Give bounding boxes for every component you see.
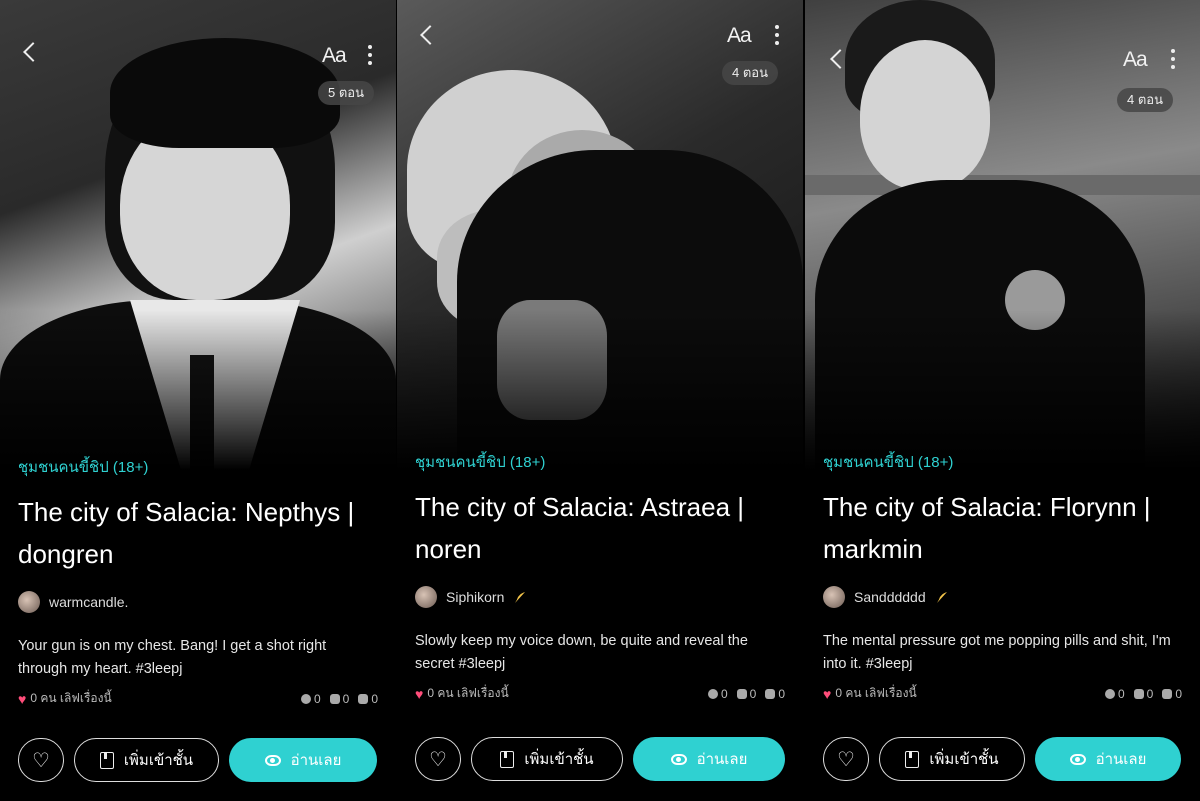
book-icon [500, 750, 515, 768]
story-info: ชุมชนคนขี้ชิป (18+) The city of Salacia:… [0, 455, 396, 708]
font-size-button[interactable]: Aa [322, 44, 347, 68]
author-name: Siphikorn [446, 589, 505, 605]
count-bookmarks: 0 [1175, 686, 1182, 701]
comment-a-icon [300, 693, 311, 704]
author-row[interactable]: warmcandle. [18, 591, 378, 613]
stats-row: ♥ 0 คน เลิฟเรื่องนี้ 0 0 0 [415, 684, 785, 703]
story-screen-2: Aa 4 ตอน ชุมชนคนขี้ชิป (18+) The city of… [397, 0, 803, 801]
read-now-button[interactable]: อ่านเลย [229, 738, 377, 782]
heart-outline-icon: ♡ [837, 748, 855, 771]
add-to-shelf-button[interactable]: เพิ่มเข้าชั้น [74, 738, 219, 782]
count-a: 0 [313, 691, 321, 706]
feather-icon [936, 592, 947, 603]
message-icon [329, 693, 340, 704]
font-size-button[interactable]: Aa [727, 24, 752, 48]
story-title: The city of Salacia: Nepthys | dongren [18, 497, 355, 569]
author-name: Sandddddd [854, 589, 926, 605]
read-now-label: อ่านเลย [1095, 751, 1147, 768]
author-name: warmcandle. [49, 594, 129, 610]
bookmark-icon [1162, 688, 1173, 699]
story-description: The mental pressure got me popping pills… [823, 633, 1171, 672]
author-avatar [18, 591, 40, 613]
read-now-button[interactable]: อ่านเลย [633, 737, 785, 781]
story-title: The city of Salacia: Astraea | noren [415, 492, 745, 564]
heart-outline-icon: ♡ [429, 748, 447, 771]
like-button[interactable]: ♡ [415, 737, 461, 781]
add-to-shelf-button[interactable]: เพิ่มเข้าชั้น [879, 737, 1025, 781]
message-icon [1133, 688, 1144, 699]
category-label[interactable]: ชุมชนคนขี้ชิป (18+) [415, 450, 785, 474]
action-bar: ♡ เพิ่มเข้าชั้น อ่านเลย [415, 737, 785, 781]
author-avatar [823, 586, 845, 608]
count-bookmarks: 0 [778, 686, 785, 701]
stats-row: ♥ 0 คน เลิฟเรื่องนี้ 0 0 0 [823, 684, 1182, 703]
bookmark-icon [358, 693, 369, 704]
cover-photo [0, 0, 396, 470]
bookmark-icon [765, 688, 776, 699]
count-bookmarks: 0 [371, 691, 378, 706]
story-screen-1: Aa 5 ตอน ชุมชนคนขี้ชิป (18+) The city of… [0, 0, 396, 801]
likes-text: 0 คน เลิฟเรื่องนี้ [30, 691, 112, 705]
episode-count-badge: 4 ตอน [1117, 88, 1173, 112]
heart-icon: ♥ [18, 690, 27, 707]
book-icon [99, 751, 114, 769]
count-a: 0 [720, 686, 728, 701]
message-icon [736, 688, 747, 699]
more-options-icon[interactable] [368, 45, 372, 65]
like-button[interactable]: ♡ [18, 738, 64, 782]
category-label[interactable]: ชุมชนคนขี้ชิป (18+) [823, 450, 1182, 474]
author-row[interactable]: Sandddddd [823, 586, 1182, 608]
font-size-button[interactable]: Aa [1123, 48, 1148, 72]
episode-count-badge: 5 ตอน [318, 81, 374, 105]
likes-text: 0 คน เลิฟเรื่องนี้ [427, 686, 509, 700]
read-now-button[interactable]: อ่านเลย [1035, 737, 1181, 781]
count-messages: 0 [749, 686, 757, 701]
count-a: 0 [1117, 686, 1125, 701]
read-now-label: อ่านเลย [290, 752, 342, 769]
author-avatar [415, 586, 437, 608]
likes-text: 0 คน เลิฟเรื่องนี้ [835, 686, 917, 700]
comment-a-icon [1104, 688, 1115, 699]
count-messages: 0 [1146, 686, 1154, 701]
heart-icon: ♥ [823, 685, 832, 702]
book-icon [905, 750, 920, 768]
add-to-shelf-label: เพิ่มเข้าชั้น [524, 751, 594, 768]
heart-outline-icon: ♡ [32, 749, 50, 772]
count-messages: 0 [342, 691, 350, 706]
story-info: ชุมชนคนขี้ชิป (18+) The city of Salacia:… [397, 450, 803, 703]
stats-row: ♥ 0 คน เลิฟเรื่องนี้ 0 0 0 [18, 689, 378, 708]
comment-a-icon [707, 688, 718, 699]
story-description: Your gun is on my chest. Bang! I get a s… [18, 638, 327, 677]
action-bar: ♡ เพิ่มเข้าชั้น อ่านเลย [18, 738, 377, 782]
story-title: The city of Salacia: Florynn | markmin [823, 492, 1151, 564]
episode-count-badge: 4 ตอน [722, 61, 778, 85]
eye-icon [1069, 753, 1086, 765]
author-row[interactable]: Siphikorn [415, 586, 785, 608]
add-to-shelf-button[interactable]: เพิ่มเข้าชั้น [471, 737, 623, 781]
more-options-icon[interactable] [775, 25, 779, 45]
story-info: ชุมชนคนขี้ชิป (18+) The city of Salacia:… [805, 450, 1200, 703]
eye-icon [670, 753, 687, 765]
heart-icon: ♥ [415, 685, 424, 702]
read-now-label: อ่านเลย [696, 751, 748, 768]
more-options-icon[interactable] [1171, 49, 1175, 69]
category-label[interactable]: ชุมชนคนขี้ชิป (18+) [18, 455, 378, 479]
story-screen-3: Aa 4 ตอน ชุมชนคนขี้ชิป (18+) The city of… [805, 0, 1200, 801]
add-to-shelf-label: เพิ่มเข้าชั้น [929, 751, 999, 768]
action-bar: ♡ เพิ่มเข้าชั้น อ่านเลย [823, 737, 1181, 781]
screens-collage: Aa 5 ตอน ชุมชนคนขี้ชิป (18+) The city of… [0, 0, 1200, 801]
like-button[interactable]: ♡ [823, 737, 869, 781]
feather-icon [515, 592, 526, 603]
eye-icon [264, 754, 281, 766]
add-to-shelf-label: เพิ่มเข้าชั้น [123, 752, 194, 769]
story-description: Slowly keep my voice down, be quite and … [415, 633, 748, 672]
